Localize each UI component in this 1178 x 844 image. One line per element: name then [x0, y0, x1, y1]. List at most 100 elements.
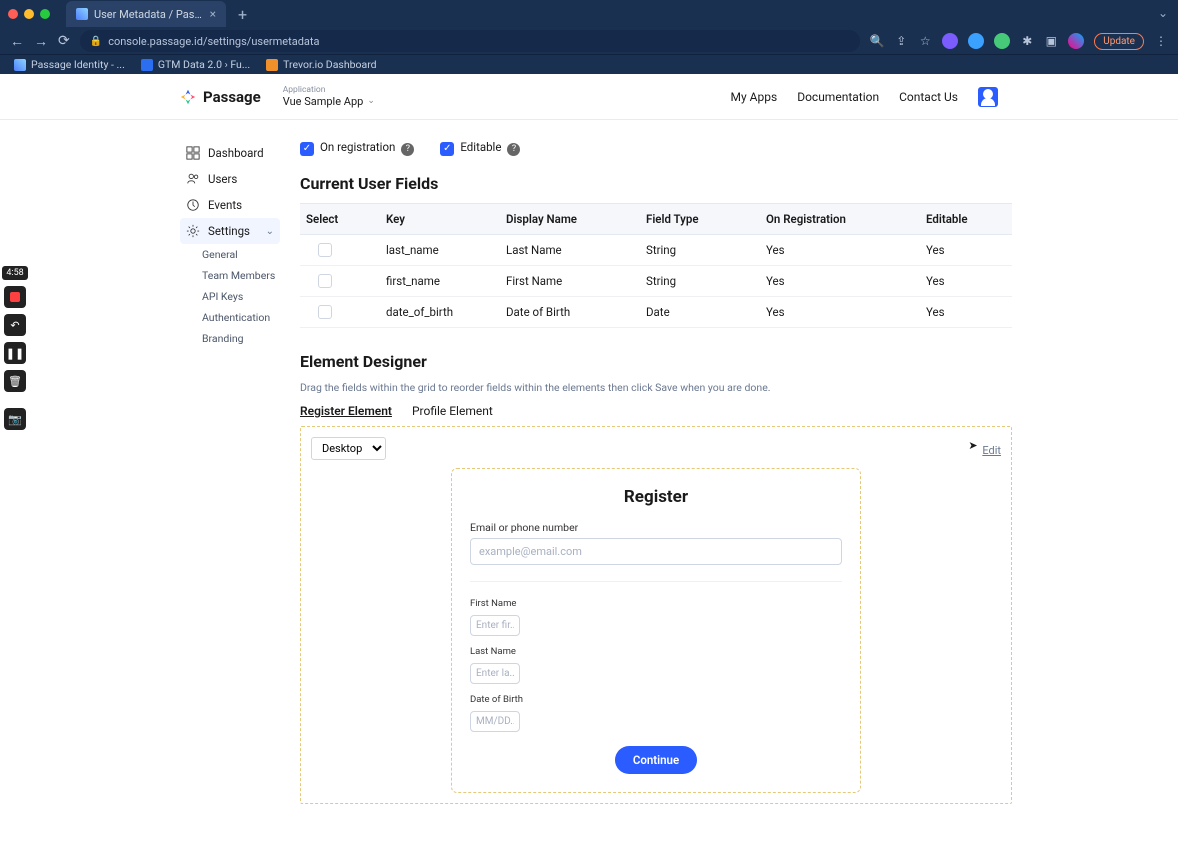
- url-text: console.passage.id/settings/usermetadata: [108, 35, 319, 48]
- tabs-overflow-icon[interactable]: ⌄: [1158, 6, 1168, 20]
- table-row[interactable]: last_name Last Name String Yes Yes: [300, 235, 1012, 266]
- tab-profile-element[interactable]: Profile Element: [412, 404, 493, 420]
- designer-frame: Desktop ➤ Edit Register Email or phone nu…: [300, 426, 1012, 804]
- update-button[interactable]: Update: [1094, 33, 1144, 50]
- nav-documentation[interactable]: Documentation: [797, 90, 879, 104]
- sidebar-item-users[interactable]: Users: [180, 166, 280, 192]
- divider: [470, 581, 842, 582]
- back-button[interactable]: ←: [10, 33, 24, 50]
- bookmark-icon: [14, 59, 26, 71]
- table-row[interactable]: first_name First Name String Yes Yes: [300, 266, 1012, 297]
- nav-my-apps[interactable]: My Apps: [731, 90, 778, 104]
- field-last-name: Last Name: [470, 646, 842, 684]
- menu-icon[interactable]: ⋮: [1154, 34, 1168, 48]
- dob-input[interactable]: [470, 711, 520, 732]
- url-bar[interactable]: 🔒 console.passage.id/settings/usermetada…: [80, 30, 861, 52]
- loom-toolbar: 4:58 ↶ ❚❚ 🗑 📷: [3, 266, 27, 430]
- tab-register-element[interactable]: Register Element: [300, 404, 392, 420]
- logo-mark-icon: [180, 89, 196, 105]
- recording-timer: 4:58: [2, 266, 27, 280]
- tab-favicon: [76, 8, 88, 20]
- sidebar-item-settings[interactable]: Settings ⌄: [180, 218, 280, 244]
- bookmark-icon: [141, 59, 153, 71]
- delete-recording-button[interactable]: 🗑: [4, 370, 26, 392]
- extension-icon-1[interactable]: [942, 33, 958, 49]
- sidebar-sub-general[interactable]: General: [180, 244, 280, 265]
- identifier-input[interactable]: [470, 538, 842, 565]
- table-row[interactable]: date_of_birth Date of Birth Date Yes Yes: [300, 297, 1012, 328]
- sidebar-item-dashboard[interactable]: Dashboard: [180, 140, 280, 166]
- extensions-icon[interactable]: ✱: [1020, 34, 1034, 48]
- tab-title: User Metadata / Passage Cons: [94, 8, 204, 21]
- browser-chrome: User Metadata / Passage Cons × + ⌄ ← → ⟳…: [0, 0, 1178, 54]
- camera-button[interactable]: 📷: [4, 408, 26, 430]
- continue-button[interactable]: Continue: [615, 746, 697, 774]
- viewport-select[interactable]: Desktop: [311, 437, 386, 460]
- edit-link[interactable]: Edit: [982, 444, 1001, 457]
- bookmark-icon: [266, 59, 278, 71]
- info-icon[interactable]: ?: [401, 143, 414, 156]
- extension-icon-2[interactable]: [968, 33, 984, 49]
- logo-text: Passage: [203, 88, 261, 106]
- events-icon: [186, 198, 200, 212]
- profile-menu[interactable]: [978, 87, 998, 107]
- sidebar-sub-branding[interactable]: Branding: [180, 328, 280, 349]
- row-checkbox[interactable]: [318, 274, 332, 288]
- window-controls: [8, 9, 50, 19]
- field-first-name: First Name: [470, 598, 842, 636]
- users-icon: [186, 172, 200, 186]
- sidebar-item-events[interactable]: Events: [180, 192, 280, 218]
- lock-icon: 🔒: [90, 36, 102, 47]
- extension-icon-3[interactable]: [994, 33, 1010, 49]
- app-switcher[interactable]: Application Vue Sample App ⌄: [283, 85, 375, 108]
- gear-icon: [186, 224, 200, 238]
- sidepanel-icon[interactable]: ▣: [1044, 34, 1058, 48]
- nav-contact-us[interactable]: Contact Us: [899, 90, 958, 104]
- maximize-window[interactable]: [40, 9, 50, 19]
- checkbox-on-registration[interactable]: ✓On registration?: [300, 140, 414, 156]
- minimize-window[interactable]: [24, 9, 34, 19]
- bookmark-trevor[interactable]: Trevor.io Dashboard: [266, 58, 376, 71]
- sidebar-sub-team-members[interactable]: Team Members: [180, 265, 280, 286]
- new-tab-button[interactable]: +: [238, 5, 247, 24]
- row-checkbox[interactable]: [318, 243, 332, 257]
- first-name-input[interactable]: [470, 615, 520, 636]
- sidebar-sub-authentication[interactable]: Authentication: [180, 307, 280, 328]
- stop-recording-button[interactable]: [4, 286, 26, 308]
- sidebar: Dashboard Users Events Settings ⌄ Genera…: [180, 140, 280, 804]
- table-header: Select Key Display Name Field Type On Re…: [300, 203, 1012, 235]
- chevron-down-icon: ⌄: [367, 96, 375, 107]
- designer-tabs: Register Element Profile Element: [300, 404, 1012, 420]
- checkbox-checked-icon: ✓: [440, 142, 454, 156]
- register-title: Register: [470, 487, 842, 507]
- forward-button[interactable]: →: [34, 33, 48, 50]
- section-title-fields: Current User Fields: [300, 174, 1012, 193]
- bookmark-gtm[interactable]: GTM Data 2.0 › Fu...: [141, 58, 250, 71]
- share-icon[interactable]: ⇪: [894, 34, 908, 48]
- sidebar-sub-api-keys[interactable]: API Keys: [180, 286, 280, 307]
- section-title-designer: Element Designer: [300, 352, 1012, 371]
- profile-avatar-icon[interactable]: [1068, 33, 1084, 49]
- close-window[interactable]: [8, 9, 18, 19]
- reload-button[interactable]: ⟳: [58, 33, 70, 49]
- last-name-input[interactable]: [470, 663, 520, 684]
- dashboard-icon: [186, 146, 200, 160]
- main-content: ✓On registration? ✓Editable? Current Use…: [286, 140, 1012, 804]
- search-icon[interactable]: 🔍: [870, 34, 884, 48]
- bookmark-passage[interactable]: Passage Identity - ...: [14, 58, 125, 71]
- close-tab-icon[interactable]: ×: [210, 7, 216, 21]
- chevron-down-icon: ⌄: [266, 226, 274, 237]
- designer-subtext: Drag the fields within the grid to reord…: [300, 381, 1012, 394]
- star-icon[interactable]: ☆: [918, 34, 932, 48]
- user-fields-table: Select Key Display Name Field Type On Re…: [300, 203, 1012, 328]
- row-checkbox[interactable]: [318, 305, 332, 319]
- app-header: Passage Application Vue Sample App ⌄ My …: [0, 74, 1178, 120]
- restart-recording-button[interactable]: ↶: [4, 314, 26, 336]
- cursor-icon: ➤: [968, 439, 977, 452]
- logo[interactable]: Passage: [180, 88, 261, 106]
- checkbox-editable[interactable]: ✓Editable?: [440, 140, 520, 156]
- pause-recording-button[interactable]: ❚❚: [4, 342, 26, 364]
- browser-tab[interactable]: User Metadata / Passage Cons ×: [66, 1, 226, 27]
- identifier-label: Email or phone number: [470, 521, 842, 534]
- info-icon[interactable]: ?: [507, 143, 520, 156]
